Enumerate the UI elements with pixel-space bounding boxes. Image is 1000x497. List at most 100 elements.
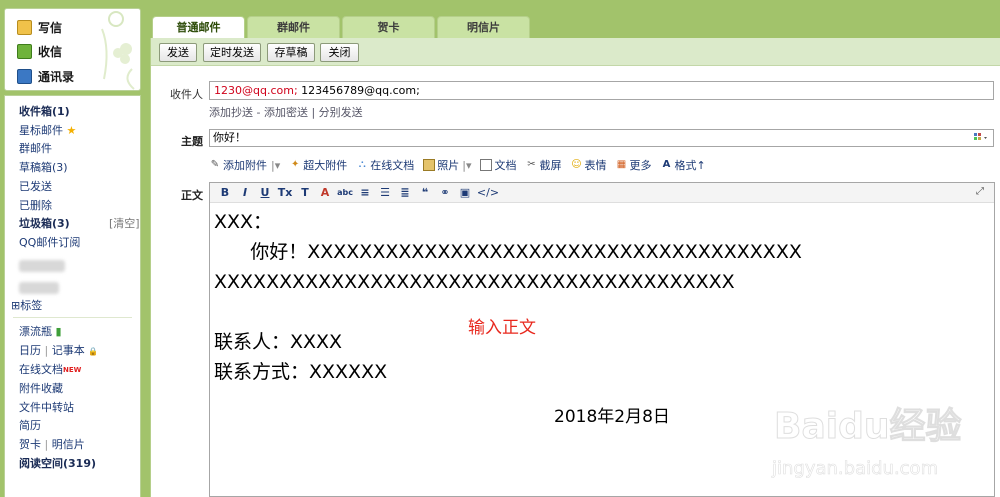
app-transfer[interactable]: 文件中转站 [19,401,74,415]
body-line: 联系人：XXXX [214,331,343,353]
write-icon [17,19,32,35]
html-source-icon[interactable]: </> [475,185,501,201]
format-toolbar: B I U Tx T A abc ≡ ☰ ≣ ❝ ⚭ ▣ </> ⤢ [210,183,994,203]
app-card[interactable]: 贺卡 [19,438,41,451]
new-badge: NEW [63,366,82,374]
hidden-folder-2[interactable] [19,282,59,294]
app-postcard[interactable]: 明信片 [52,438,85,451]
recipient-chip[interactable]: 1230@qq.com; [214,84,298,97]
cc-bcc-links[interactable]: 添加抄送 - 添加密送 | 分别发送 [209,104,363,120]
more-button[interactable]: ▦ 更多 [615,157,652,173]
subject-style-icon[interactable] [974,133,990,143]
to-label: 收件人 [170,88,203,101]
folder-subscribe[interactable]: QQ邮件订阅 [19,236,80,250]
recipient-chip[interactable]: 123456789@qq.com; [301,84,420,97]
doc-label: 文档 [494,159,517,172]
folder-deleted[interactable]: 已删除 [19,199,52,213]
screenshot-button[interactable]: ✂ 截屏 [525,157,561,173]
subject-value: 你好！ [213,131,246,144]
tags-label: 标签 [20,299,43,312]
scheduled-send-button[interactable]: 定时发送 [203,43,261,62]
divider-bar: | [44,344,49,357]
clear-format-icon[interactable]: Tx [275,185,295,201]
font-color-icon[interactable]: A [315,185,335,201]
svg-text:Baidu经验: Baidu经验 [774,406,961,447]
dropdown-arrow-icon: |▾ [271,158,281,172]
contacts-icon [17,68,32,84]
tab-greeting-card[interactable]: 贺卡 [342,16,435,40]
body-line: XXXXXXXXXXXXXXXXXXXXXXXXXXXXXXXXXXXXXXXX [214,271,735,293]
tags-toggle[interactable]: ⊞标签 [11,299,42,313]
tab-postcard[interactable]: 明信片 [437,16,530,40]
more-grid-icon: ▦ [616,159,627,170]
tab-normal-mail[interactable]: 普通邮件 [152,16,245,40]
expand-plus-icon: ⊞ [11,299,21,312]
numbered-list-icon[interactable]: ≣ [395,185,415,201]
add-attachment-button[interactable]: ✎ 添加附件 |▾ [209,157,280,173]
close-button[interactable]: 关闭 [320,43,359,62]
photo-label: 照片 [437,159,460,172]
app-calendar[interactable]: 日历 [19,344,41,357]
format-button[interactable]: A 格式 ↑ [660,157,706,173]
receive-label: 收信 [38,44,63,59]
font-size-icon[interactable]: T [295,185,315,201]
more-label: 更多 [629,159,652,172]
folder-sent[interactable]: 已发送 [19,180,52,194]
divider-bar: | [44,438,49,451]
font-a-icon: A [662,159,671,170]
insert-table-icon[interactable]: ▣ [455,185,475,201]
tab-group-mail[interactable]: 群邮件 [247,16,340,40]
floral-decoration [101,11,135,90]
emoji-label: 表情 [584,159,607,172]
spam-clear-link[interactable]: [清空] [109,217,140,231]
underline-icon[interactable]: U [255,185,275,201]
bullet-list-icon[interactable]: ☰ [375,185,395,201]
app-notebook[interactable]: 记事本 [52,344,85,357]
align-icon[interactable]: ≡ [355,185,375,201]
inbox-download-icon [17,43,32,59]
contacts-link[interactable]: 通讯录 [17,66,74,86]
quote-icon[interactable]: ❝ [415,185,435,201]
email-body[interactable]: XXX： 你好！XXXXXXXXXXXXXXXXXXXXXXXXXXXXXXXX… [214,207,984,387]
quick-actions: 写信 收信 通讯录 [4,8,141,91]
app-attach-fav[interactable]: 附件收藏 [19,382,63,396]
lock-icon: 🔒 [88,347,99,356]
write-mail-link[interactable]: 写信 [17,17,62,37]
folder-group[interactable]: 群邮件 [19,142,52,156]
docs-label: 在线文档 [19,363,63,376]
subject-input[interactable]: 你好！ [209,129,994,147]
paperclip-icon: ✎ [210,159,220,170]
bottle-icon: ▮ [55,325,62,338]
svg-text:jingyan.baidu.com: jingyan.baidu.com [771,458,938,479]
highlight-icon[interactable]: abc [335,185,355,201]
app-resume[interactable]: 简历 [19,419,41,433]
folder-inbox[interactable]: 收件箱(1) [19,105,70,119]
save-draft-button[interactable]: 存草稿 [267,43,315,62]
folder-drafts[interactable]: 草稿箱(3) [19,161,68,175]
emoji-button[interactable]: ☺ 表情 [570,157,606,173]
body-line: XXX： [214,211,273,233]
online-doc-button[interactable]: ⛬ 在线文档 [356,157,415,173]
big-attachment-button[interactable]: ✦ 超大附件 [289,157,347,173]
format-toggle-icon: ↑ [696,158,706,172]
star-icon: ★ [66,124,77,137]
compose-tabs: 普通邮件 群邮件 贺卡 明信片 [152,16,532,40]
folder-starred[interactable]: 星标邮件 ★ [19,124,76,138]
app-reading[interactable]: 阅读空间(319) [19,457,96,471]
send-button[interactable]: 发送 [159,43,197,62]
hidden-folder-1[interactable] [19,260,65,272]
bold-icon[interactable]: B [215,185,235,201]
expand-icon[interactable]: ⤢ [976,186,988,198]
recipient-input[interactable]: 1230@qq.com; 123456789@qq.com; [209,81,994,100]
folder-spam[interactable]: 垃圾箱(3) [19,217,70,231]
scissors-icon: ✂ [527,159,536,170]
bottle-label: 漂流瓶 [19,325,52,338]
link-icon[interactable]: ⚭ [435,185,455,201]
doc-button[interactable]: 文档 [480,157,516,173]
italic-icon[interactable]: I [235,185,255,201]
receive-mail-link[interactable]: 收信 [17,41,62,61]
app-bottle[interactable]: 漂流瓶 ▮ [19,325,62,339]
photo-button[interactable]: 照片 |▾ [423,157,471,173]
folder-list: 收件箱(1) 星标邮件 ★ 群邮件 草稿箱(3) 已发送 已删除 垃圾箱(3) … [4,95,141,497]
app-docs[interactable]: 在线文档NEW [19,363,81,377]
